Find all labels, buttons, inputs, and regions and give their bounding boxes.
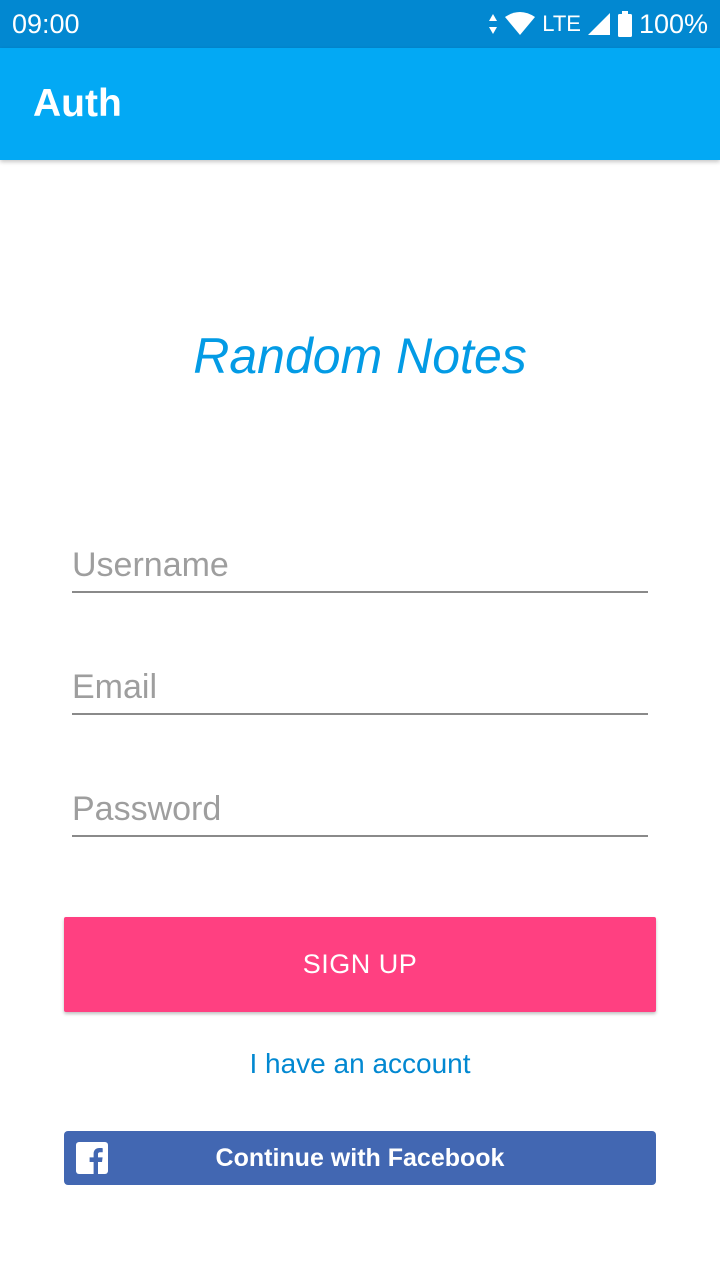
username-input[interactable]: [72, 543, 648, 587]
wifi-icon: [504, 12, 536, 36]
password-input[interactable]: [72, 787, 648, 831]
network-type: LTE: [542, 11, 581, 36]
facebook-button-label: Continue with Facebook: [215, 1144, 505, 1172]
status-icons: LTE 100%: [488, 8, 708, 40]
battery-icon: [617, 11, 633, 37]
password-field[interactable]: [72, 775, 648, 837]
email-input[interactable]: [72, 665, 648, 709]
username-field[interactable]: [72, 531, 648, 593]
status-bar: 09:00 LTE 100%: [0, 0, 720, 48]
have-account-link[interactable]: I have an account: [0, 1046, 720, 1082]
signup-button[interactable]: SIGN UP: [64, 917, 656, 1012]
app-bar: Auth: [0, 48, 720, 160]
facebook-login-button[interactable]: Continue with Facebook: [64, 1131, 656, 1185]
signal-icon: [587, 12, 611, 36]
app-title: Auth: [33, 82, 122, 125]
status-time: 09:00: [12, 9, 80, 39]
app-logo-title: Random Notes: [193, 328, 527, 384]
data-arrows-icon: [488, 13, 498, 35]
battery-percent: 100%: [638, 9, 708, 39]
email-field[interactable]: [72, 653, 648, 715]
